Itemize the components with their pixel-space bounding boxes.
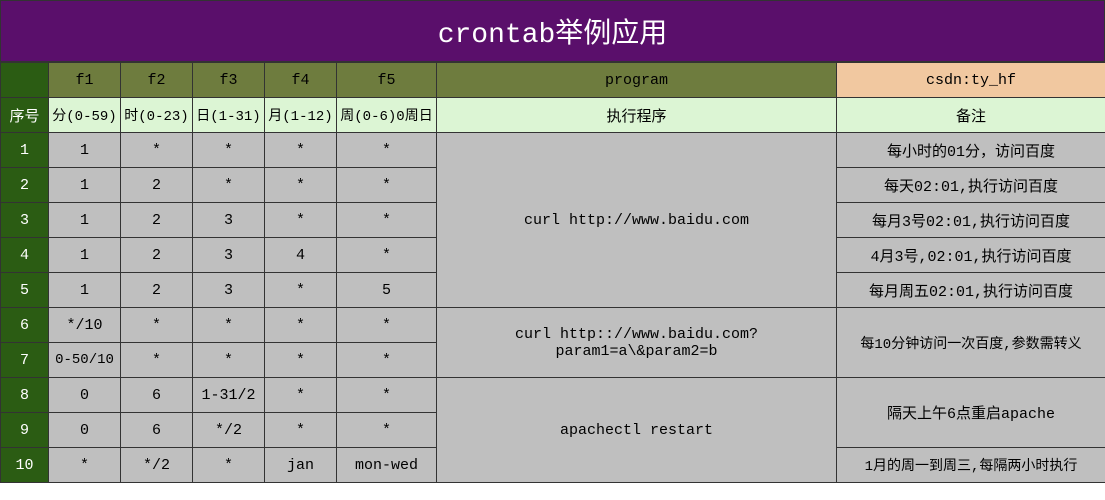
cell-f1: 1	[49, 273, 121, 308]
cell-f5: *	[337, 343, 437, 378]
cell-program: curl http:://www.baidu.com?param1=a\&par…	[437, 308, 837, 378]
corner-cell	[1, 63, 49, 98]
cell-note: 每月3号02:01,执行访问百度	[837, 203, 1105, 238]
cell-f5: *	[337, 413, 437, 448]
cell-f3: 3	[193, 238, 265, 273]
cell-f2: 2	[121, 203, 193, 238]
hdr-seq: 序号	[1, 98, 49, 133]
cell-f3: *	[193, 448, 265, 483]
hdr-f1: f1	[49, 63, 121, 98]
header-row-2: 序号 分(0-59) 时(0-23) 日(1-31) 月(1-12) 周(0-6…	[1, 98, 1105, 133]
page-title: crontab举例应用	[0, 0, 1105, 62]
header-row-1: f1 f2 f3 f4 f5 program csdn:ty_hf	[1, 63, 1105, 98]
cell-f1: *	[49, 448, 121, 483]
row-num: 1	[1, 133, 49, 168]
cell-f3: *	[193, 168, 265, 203]
cell-f5: *	[337, 203, 437, 238]
cell-f2: 2	[121, 168, 193, 203]
cell-f1: 0	[49, 378, 121, 413]
cell-f4: 4	[265, 238, 337, 273]
cell-f5: 5	[337, 273, 437, 308]
cell-f3: */2	[193, 413, 265, 448]
cell-f5: *	[337, 308, 437, 343]
cell-f4: *	[265, 273, 337, 308]
cell-f1: 1	[49, 238, 121, 273]
cell-f2: *	[121, 343, 193, 378]
row-num: 3	[1, 203, 49, 238]
row-num: 4	[1, 238, 49, 273]
cell-note: 隔天上午6点重启apache	[837, 378, 1105, 448]
hdr2-program: 执行程序	[437, 98, 837, 133]
cell-f3: 3	[193, 273, 265, 308]
cell-f1: 1	[49, 168, 121, 203]
cell-f3: *	[193, 308, 265, 343]
cell-f2: */2	[121, 448, 193, 483]
row-num: 8	[1, 378, 49, 413]
cell-f5: *	[337, 378, 437, 413]
cell-f2: 2	[121, 273, 193, 308]
cell-f3: *	[193, 343, 265, 378]
table-row: 1 1 * * * * curl http://www.baidu.com 每小…	[1, 133, 1105, 168]
cell-f1: 1	[49, 203, 121, 238]
hdr-program: program	[437, 63, 837, 98]
cell-f2: *	[121, 308, 193, 343]
cell-note: 1月的周一到周三,每隔两小时执行	[837, 448, 1105, 483]
hdr2-f3: 日(1-31)	[193, 98, 265, 133]
hdr-f4: f4	[265, 63, 337, 98]
cell-f5: *	[337, 133, 437, 168]
cell-f5: mon-wed	[337, 448, 437, 483]
hdr-f2: f2	[121, 63, 193, 98]
cell-program: curl http://www.baidu.com	[437, 133, 837, 308]
cell-f2: 2	[121, 238, 193, 273]
cell-f3: *	[193, 133, 265, 168]
hdr-f5: f5	[337, 63, 437, 98]
cell-f1: */10	[49, 308, 121, 343]
cell-note: 每小时的01分，访问百度	[837, 133, 1105, 168]
crontab-table: f1 f2 f3 f4 f5 program csdn:ty_hf 序号 分(0…	[0, 62, 1105, 483]
hdr2-f1: 分(0-59)	[49, 98, 121, 133]
cell-note: 每10分钟访问一次百度,参数需转义	[837, 308, 1105, 378]
row-num: 6	[1, 308, 49, 343]
cell-f1: 1	[49, 133, 121, 168]
cell-f1: 0	[49, 413, 121, 448]
hdr-note: csdn:ty_hf	[837, 63, 1105, 98]
cell-f4: *	[265, 308, 337, 343]
hdr2-f4: 月(1-12)	[265, 98, 337, 133]
cell-f4: *	[265, 378, 337, 413]
table-row: 6 */10 * * * * curl http:://www.baidu.co…	[1, 308, 1105, 343]
crontab-table-container: crontab举例应用 f1 f2 f3 f4 f5 program csdn:…	[0, 0, 1105, 483]
row-num: 10	[1, 448, 49, 483]
row-num: 7	[1, 343, 49, 378]
cell-program: apachectl restart	[437, 378, 837, 483]
cell-f5: *	[337, 168, 437, 203]
cell-f4: *	[265, 203, 337, 238]
cell-note: 4月3号,02:01,执行访问百度	[837, 238, 1105, 273]
cell-f4: *	[265, 413, 337, 448]
hdr2-f5: 周(0-6)0周日	[337, 98, 437, 133]
cell-f4: *	[265, 343, 337, 378]
table-row: 8 0 6 1-31/2 * * apachectl restart 隔天上午6…	[1, 378, 1105, 413]
cell-note: 每月周五02:01,执行访问百度	[837, 273, 1105, 308]
cell-f2: *	[121, 133, 193, 168]
cell-f3: 3	[193, 203, 265, 238]
cell-f4: *	[265, 133, 337, 168]
cell-f5: *	[337, 238, 437, 273]
cell-f1: 0-50/10	[49, 343, 121, 378]
row-num: 9	[1, 413, 49, 448]
hdr-f3: f3	[193, 63, 265, 98]
cell-f4: jan	[265, 448, 337, 483]
cell-note: 每天02:01,执行访问百度	[837, 168, 1105, 203]
hdr2-note: 备注	[837, 98, 1105, 133]
row-num: 2	[1, 168, 49, 203]
cell-f2: 6	[121, 378, 193, 413]
cell-f4: *	[265, 168, 337, 203]
cell-f3: 1-31/2	[193, 378, 265, 413]
hdr2-f2: 时(0-23)	[121, 98, 193, 133]
cell-f2: 6	[121, 413, 193, 448]
row-num: 5	[1, 273, 49, 308]
